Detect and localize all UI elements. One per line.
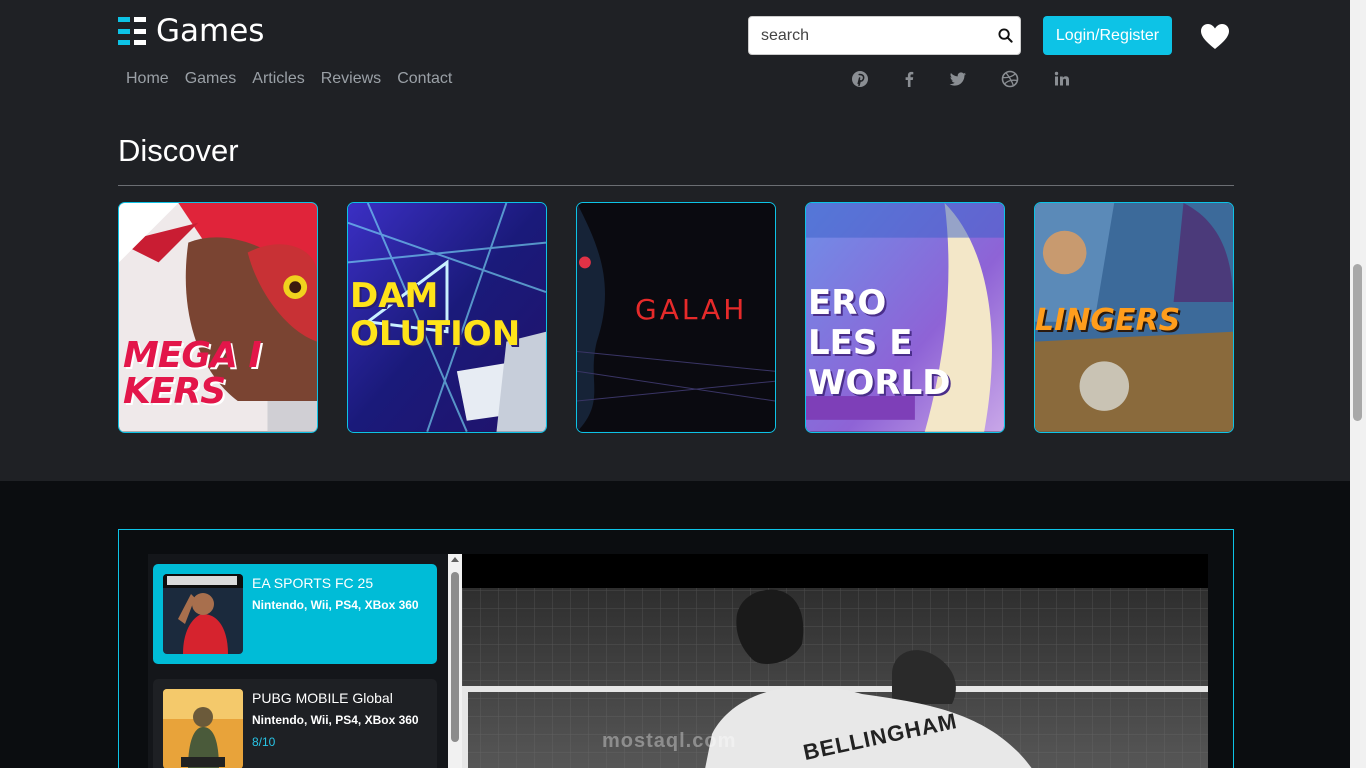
- page-scrollbar[interactable]: [1350, 0, 1366, 768]
- game-thumbnail: [163, 689, 243, 768]
- nav-games[interactable]: Games: [177, 70, 245, 88]
- card-caption: DAM OLUTION: [350, 276, 521, 354]
- dribbble-icon[interactable]: [1001, 70, 1019, 88]
- site-logo[interactable]: Games: [118, 14, 264, 48]
- game-title: EA SPORTS FC 25: [252, 575, 374, 591]
- discover-card[interactable]: ERO LES E WORLD: [805, 202, 1005, 433]
- discover-card[interactable]: GALAH: [576, 202, 776, 433]
- game-platforms: Nintendo, Wii, PS4, XBox 360: [252, 598, 419, 612]
- game-platforms: Nintendo, Wii, PS4, XBox 360: [252, 713, 419, 727]
- pinterest-icon[interactable]: [851, 70, 869, 88]
- login-register-button[interactable]: Login/Register: [1043, 16, 1172, 55]
- scroll-up-arrow-icon[interactable]: [451, 557, 459, 562]
- game-thumbnail: [163, 574, 243, 654]
- scrollbar-thumb[interactable]: [451, 572, 459, 742]
- nav-articles[interactable]: Articles: [244, 70, 312, 88]
- page-scrollbar-thumb[interactable]: [1353, 264, 1362, 421]
- discover-card[interactable]: LINGERS: [1034, 202, 1234, 433]
- logo-mark-icon: [118, 17, 147, 45]
- game-list-item[interactable]: PUBG MOBILE Global Nintendo, Wii, PS4, X…: [153, 679, 437, 768]
- watermark: mostaql.com: [602, 730, 737, 752]
- nav-home[interactable]: Home: [118, 70, 177, 88]
- search-input[interactable]: [749, 17, 984, 54]
- game-list-item[interactable]: EA SPORTS FC 25 Nintendo, Wii, PS4, XBox…: [153, 564, 437, 664]
- twitter-icon[interactable]: [949, 70, 967, 88]
- discover-card[interactable]: DAM OLUTION: [347, 202, 547, 433]
- game-list-scrollbar[interactable]: [448, 554, 462, 768]
- video-player[interactable]: BELLINGHAM mostaql.com: [462, 554, 1208, 768]
- card-caption: MEGA IKERS: [123, 335, 262, 412]
- card-caption: GALAH: [635, 293, 748, 326]
- card-caption: LINGERS: [1035, 303, 1181, 338]
- search-box: [748, 16, 1021, 55]
- logo-text: Games: [156, 13, 265, 49]
- favorites-heart-icon[interactable]: [1201, 24, 1229, 50]
- nav-reviews[interactable]: Reviews: [313, 70, 389, 88]
- card-caption: ERO LES E WORLD: [808, 283, 951, 403]
- discover-card[interactable]: MEGA IKERS: [118, 202, 318, 433]
- nav-contact[interactable]: Contact: [389, 70, 460, 88]
- facebook-icon[interactable]: [900, 70, 918, 88]
- linkedin-icon[interactable]: [1053, 70, 1071, 88]
- main-nav: Home Games Articles Reviews Contact: [118, 70, 460, 88]
- section-title-discover: Discover: [118, 133, 239, 168]
- section-divider: [118, 185, 1234, 186]
- game-title: PUBG MOBILE Global: [252, 690, 393, 706]
- search-icon[interactable]: [998, 28, 1013, 43]
- game-rating: 8/10: [252, 735, 276, 749]
